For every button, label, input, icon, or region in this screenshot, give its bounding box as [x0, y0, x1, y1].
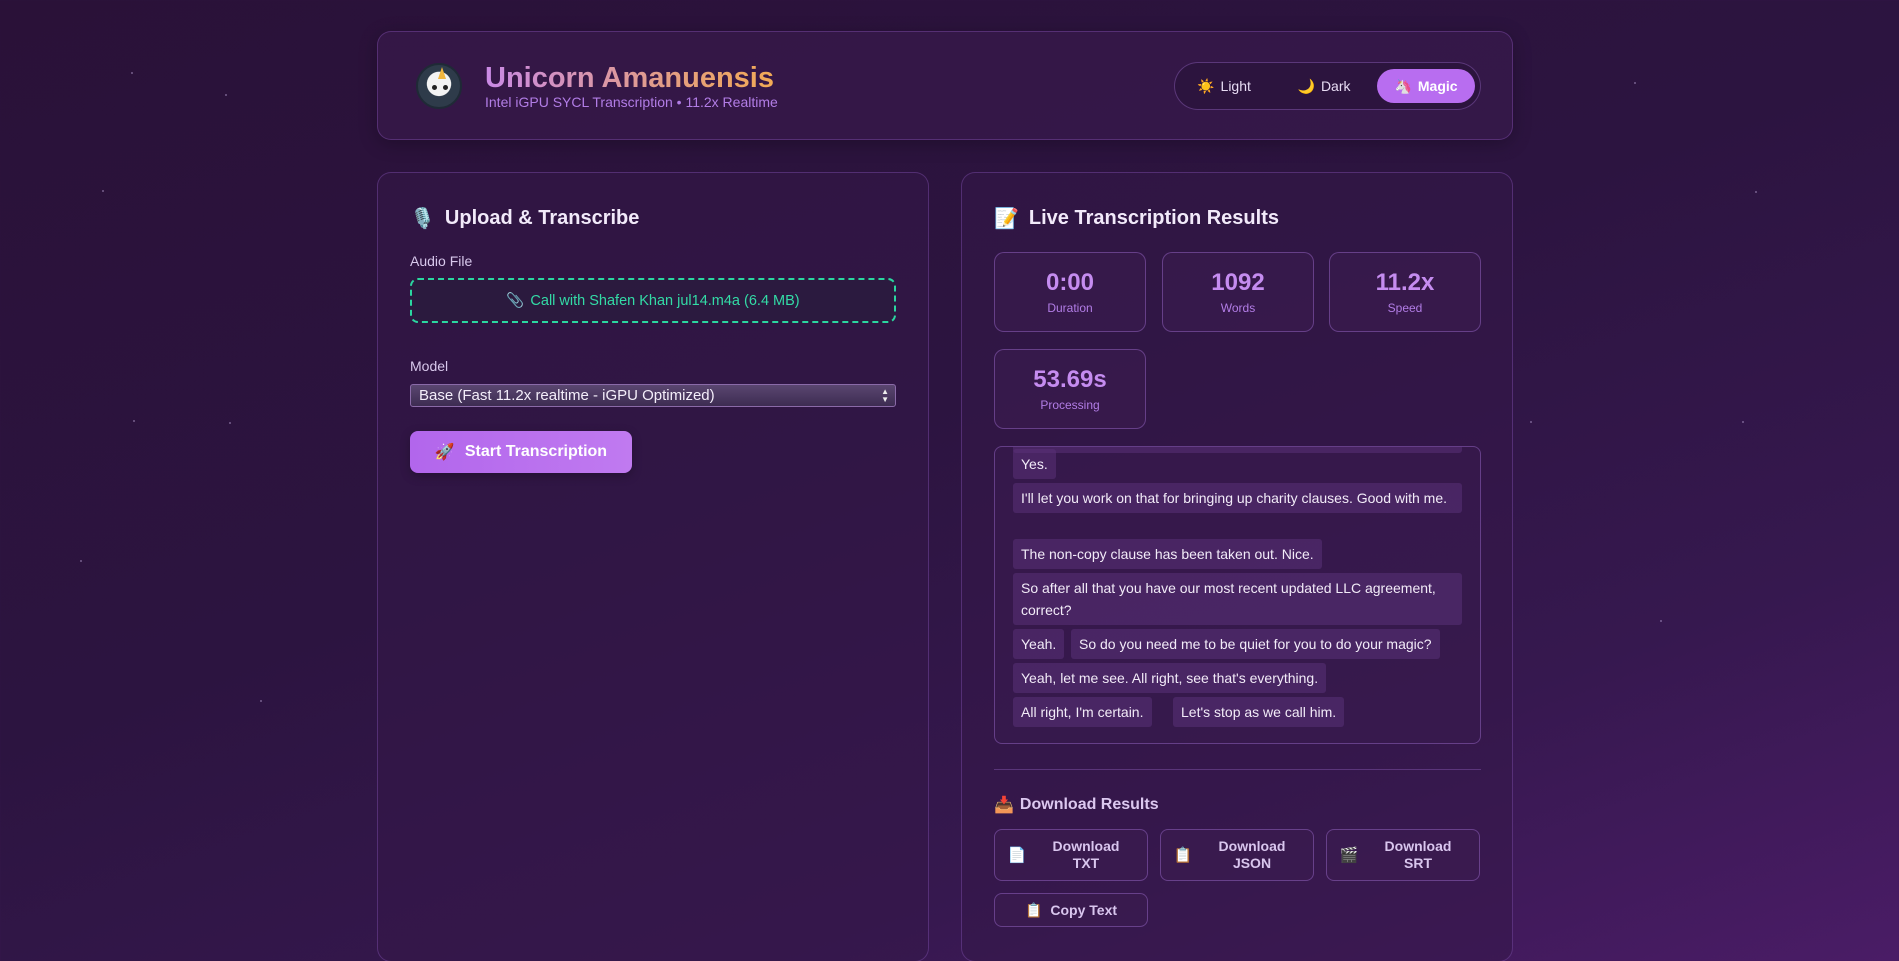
- transcript-segment: Let's stop as we call him.: [1173, 697, 1345, 727]
- download-srt-button[interactable]: 🎬 Download SRT: [1326, 829, 1480, 881]
- stat-processing: 53.69s Processing: [994, 349, 1146, 429]
- download-txt-button[interactable]: 📄 Download TXT: [994, 829, 1148, 881]
- transcript-segment-clipped: [1013, 447, 1462, 453]
- app-header: Unicorn Amanuensis Intel iGPU SYCL Trans…: [377, 31, 1513, 140]
- rocket-icon: 🚀: [434, 444, 455, 461]
- stat-value: 53.69s: [1033, 366, 1107, 393]
- unicorn-icon: 🦄: [1394, 77, 1412, 94]
- theme-dark-label: Dark: [1320, 78, 1351, 94]
- theme-magic-label: Magic: [1417, 78, 1458, 94]
- model-label: Model: [410, 358, 449, 374]
- select-arrows-icon: ▲ ▼: [881, 387, 889, 404]
- moon-icon: 🌙: [1297, 77, 1315, 94]
- paperclip-icon: 📎: [506, 293, 525, 309]
- selected-file-name: Call with Shafen Khan jul14.m4a (6.4 MB): [530, 292, 800, 309]
- transcript-segment: All right, I'm certain.: [1013, 697, 1152, 727]
- download-json-button[interactable]: 📋 Download JSON: [1160, 829, 1314, 881]
- theme-light-label: Light: [1220, 78, 1251, 94]
- section-divider: [994, 769, 1481, 770]
- start-transcription-label: Start Transcription: [464, 443, 608, 460]
- transcript-segment: The non-copy clause has been taken out. …: [1013, 539, 1322, 569]
- clipboard-icon: 📋: [1173, 847, 1193, 864]
- transcript-segment: Yeah.: [1013, 629, 1065, 659]
- clipboard-icon: 📋: [1024, 901, 1043, 918]
- download-srt-label: Download SRT: [1384, 838, 1452, 871]
- transcript-segment: I'll let you work on that for bringing u…: [1013, 483, 1462, 513]
- inbox-tray-icon: 📥: [994, 797, 1014, 814]
- sun-icon: ☀️: [1197, 77, 1215, 94]
- download-json-label: Download JSON: [1218, 838, 1286, 871]
- transcript-segment: So do you need me to be quiet for you to…: [1071, 629, 1440, 659]
- stat-value: 1092: [1211, 269, 1265, 296]
- stat-label: Speed: [1387, 301, 1423, 315]
- transcript-segment: Yes.: [1013, 449, 1056, 479]
- start-transcription-button[interactable]: 🚀 Start Transcription: [410, 431, 632, 473]
- results-panel: 📝 Live Transcription Results 0:00 Durati…: [961, 172, 1513, 961]
- theme-switcher: ☀️ Light 🌙 Dark 🦄 Magic: [1174, 62, 1481, 110]
- stat-label: Words: [1220, 301, 1256, 315]
- model-select[interactable]: Base (Fast 11.2x realtime - iGPU Optimiz…: [410, 384, 896, 407]
- transcript-segment: So after all that you have our most rece…: [1013, 573, 1462, 625]
- download-title-text: Download Results: [1019, 796, 1159, 813]
- upload-title-text: Upload & Transcribe: [444, 207, 640, 229]
- microphone-icon: 🎙️: [410, 208, 435, 230]
- stat-words: 1092 Words: [1162, 252, 1314, 332]
- model-selected-value: Base (Fast 11.2x realtime - iGPU Optimiz…: [419, 387, 715, 404]
- app-title: Unicorn Amanuensis: [485, 62, 774, 94]
- theme-magic-button[interactable]: 🦄 Magic: [1377, 69, 1475, 103]
- stat-label: Processing: [1040, 398, 1100, 412]
- theme-dark-button[interactable]: 🌙 Dark: [1285, 69, 1363, 103]
- transcript-scroll-area[interactable]: Yes. I'll let you work on that for bring…: [994, 446, 1481, 744]
- stat-value: 11.2x: [1375, 269, 1435, 296]
- audio-file-dropzone[interactable]: 📎 Call with Shafen Khan jul14.m4a (6.4 M…: [410, 278, 896, 323]
- upload-panel-title: 🎙️ Upload & Transcribe: [410, 206, 639, 231]
- upload-panel: 🎙️ Upload & Transcribe Audio File 📎 Call…: [377, 172, 929, 961]
- app-subtitle: Intel iGPU SYCL Transcription • 11.2x Re…: [485, 94, 778, 110]
- audio-file-label: Audio File: [410, 253, 473, 269]
- copy-text-label: Copy Text: [1050, 902, 1118, 918]
- memo-icon: 📝: [994, 208, 1019, 230]
- clapper-icon: 🎬: [1339, 847, 1359, 864]
- results-title-text: Live Transcription Results: [1028, 207, 1279, 229]
- download-txt-label: Download TXT: [1052, 838, 1120, 871]
- download-results-heading: 📥 Download Results: [994, 795, 1159, 815]
- stat-value: 0:00: [1045, 269, 1095, 296]
- stat-duration: 0:00 Duration: [994, 252, 1146, 332]
- document-icon: 📄: [1007, 847, 1027, 864]
- stat-label: Duration: [1047, 301, 1093, 315]
- copy-text-button[interactable]: 📋 Copy Text: [994, 893, 1148, 927]
- unicorn-logo: [416, 63, 462, 109]
- transcript-segment: Yeah, let me see. All right, see that's …: [1013, 663, 1327, 693]
- results-panel-title: 📝 Live Transcription Results: [994, 206, 1279, 231]
- theme-light-button[interactable]: ☀️ Light: [1185, 69, 1263, 103]
- stat-speed: 11.2x Speed: [1329, 252, 1481, 332]
